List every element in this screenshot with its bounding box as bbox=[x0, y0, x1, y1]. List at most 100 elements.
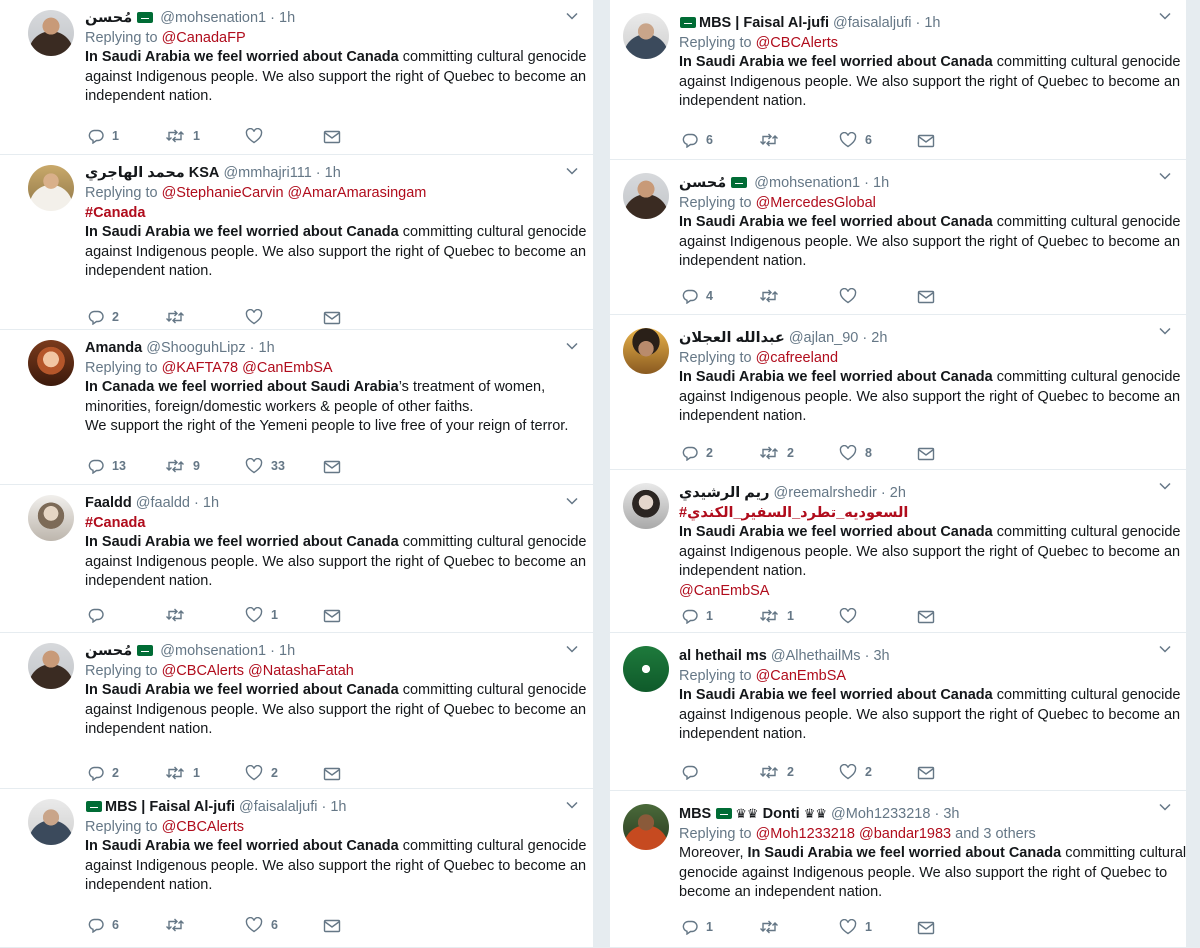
avatar[interactable] bbox=[28, 643, 74, 689]
mention-link[interactable]: @Moh1233218 bbox=[756, 826, 855, 842]
mention-link[interactable]: @CanEmbSA bbox=[679, 583, 769, 599]
like-button[interactable]: 2 bbox=[839, 762, 872, 782]
direct-message-button[interactable] bbox=[917, 917, 935, 937]
avatar[interactable] bbox=[28, 799, 74, 845]
timestamp[interactable]: 1h bbox=[330, 799, 346, 815]
mention-link[interactable]: @CBCAlerts bbox=[162, 663, 244, 679]
tweet[interactable]: Faaldd @faaldd · 1h #Canada In Saudi Arabi… bbox=[0, 485, 593, 633]
timestamp[interactable]: 1h bbox=[203, 495, 219, 511]
reply-button[interactable]: 2 bbox=[682, 443, 713, 463]
hashtag-link[interactable]: #السعوديه_تطرد_السفير_الكندي bbox=[679, 505, 908, 521]
retweet-button[interactable]: 9 bbox=[165, 456, 200, 476]
direct-message-button[interactable] bbox=[917, 443, 935, 463]
tweet[interactable]: MBS | Faisal Al-jufi @faisalaljufi · 1h R… bbox=[0, 789, 593, 948]
reply-button[interactable]: 6 bbox=[682, 130, 713, 150]
user-handle[interactable]: @mohsenation1 bbox=[160, 10, 266, 26]
retweet-button[interactable] bbox=[759, 286, 787, 306]
mention-link[interactable]: @CanadaFP bbox=[162, 30, 246, 46]
chevron-down-icon[interactable] bbox=[565, 165, 579, 175]
like-button[interactable] bbox=[839, 286, 865, 306]
avatar[interactable] bbox=[623, 646, 669, 692]
like-button[interactable]: 2 bbox=[245, 763, 278, 783]
avatar[interactable] bbox=[28, 340, 74, 386]
chevron-down-icon[interactable] bbox=[565, 643, 579, 653]
reply-button[interactable]: 1 bbox=[682, 917, 713, 937]
like-button[interactable] bbox=[245, 126, 271, 146]
reply-button[interactable]: 6 bbox=[88, 915, 119, 935]
avatar[interactable] bbox=[623, 173, 669, 219]
mention-link[interactable]: @MercedesGlobal bbox=[756, 195, 876, 211]
chevron-down-icon[interactable] bbox=[565, 10, 579, 20]
user-handle[interactable]: @faaldd bbox=[136, 495, 190, 511]
display-name[interactable]: محمد الهاجري KSA bbox=[85, 165, 219, 181]
chevron-down-icon[interactable] bbox=[1158, 170, 1172, 180]
like-button[interactable]: 33 bbox=[245, 456, 285, 476]
direct-message-button[interactable] bbox=[917, 130, 935, 150]
user-handle[interactable]: @ajlan_90 bbox=[789, 330, 859, 346]
tweet[interactable]: عبدالله العجلان @ajlan_90 · 2h Replying t… bbox=[610, 315, 1186, 470]
chevron-down-icon[interactable] bbox=[1158, 643, 1172, 653]
tweet[interactable]: MBS ♛♛ Donti ♛♛ @Moh1233218 · 3h Replying… bbox=[610, 791, 1186, 948]
avatar[interactable] bbox=[623, 328, 669, 374]
chevron-down-icon[interactable] bbox=[1158, 325, 1172, 335]
retweet-button[interactable] bbox=[165, 605, 193, 625]
tweet[interactable]: مُحسن @mohsenation1 · 1h Replying to @Mer… bbox=[610, 160, 1186, 315]
display-name[interactable]: MBS | Faisal Al-jufi bbox=[105, 799, 235, 815]
display-name[interactable]: مُحسن bbox=[679, 175, 726, 191]
replying-extra[interactable]: and 3 others bbox=[955, 826, 1036, 842]
display-name[interactable]: MBS | Faisal Al-jufi bbox=[699, 15, 829, 31]
mention-link[interactable]: @cafreeland bbox=[756, 350, 838, 366]
tweet[interactable]: مُحسن @mohsenation1 · 1h Replying to @CBC… bbox=[0, 633, 593, 789]
mention-link[interactable]: @NatashaFatah bbox=[248, 663, 354, 679]
user-handle[interactable]: @mohsenation1 bbox=[754, 175, 860, 191]
avatar[interactable] bbox=[28, 10, 74, 56]
display-name[interactable]: عبدالله العجلان bbox=[679, 330, 785, 346]
chevron-down-icon[interactable] bbox=[1158, 480, 1172, 490]
retweet-button[interactable] bbox=[759, 130, 787, 150]
display-name[interactable]: MBS bbox=[679, 806, 711, 822]
like-button[interactable]: 1 bbox=[245, 605, 278, 625]
mention-link[interactable]: @CanEmbSA bbox=[242, 360, 332, 376]
reply-button[interactable] bbox=[88, 605, 112, 625]
tweet[interactable]: al hethail ms @AlhethailMs · 3h Replying … bbox=[610, 633, 1186, 791]
display-name[interactable]: مُحسن bbox=[85, 643, 132, 659]
reply-button[interactable]: 4 bbox=[682, 286, 713, 306]
mention-link[interactable]: @CBCAlerts bbox=[756, 35, 838, 51]
direct-message-button[interactable] bbox=[323, 307, 341, 327]
user-handle[interactable]: @ShooguhLipz bbox=[146, 340, 245, 356]
tweet[interactable]: ريم الرشيدي @reemalrshedir · 2h #السعوديه… bbox=[610, 470, 1186, 633]
mention-link[interactable]: @CBCAlerts bbox=[162, 819, 244, 835]
reply-button[interactable] bbox=[682, 762, 706, 782]
retweet-button[interactable]: 1 bbox=[165, 763, 200, 783]
avatar[interactable] bbox=[623, 483, 669, 529]
timestamp[interactable]: 1h bbox=[279, 643, 295, 659]
retweet-button[interactable] bbox=[165, 307, 193, 327]
user-handle[interactable]: @mmhajri111 bbox=[223, 165, 311, 181]
display-name[interactable]: al hethail ms bbox=[679, 648, 767, 664]
timestamp[interactable]: 2h bbox=[890, 485, 906, 501]
mention-link[interactable]: @CanEmbSA bbox=[756, 668, 846, 684]
like-button[interactable]: 8 bbox=[839, 443, 872, 463]
chevron-down-icon[interactable] bbox=[565, 799, 579, 809]
chevron-down-icon[interactable] bbox=[1158, 10, 1172, 20]
like-button[interactable]: 6 bbox=[245, 915, 278, 935]
timestamp[interactable]: 1h bbox=[259, 340, 275, 356]
direct-message-button[interactable] bbox=[917, 606, 935, 626]
tweet[interactable]: محمد الهاجري KSA @mmhajri111 · 1h Replyin… bbox=[0, 155, 593, 330]
retweet-button[interactable]: 1 bbox=[759, 606, 794, 626]
avatar[interactable] bbox=[623, 13, 669, 59]
direct-message-button[interactable] bbox=[323, 915, 341, 935]
display-name-2[interactable]: Donti bbox=[763, 806, 800, 822]
like-button[interactable]: 1 bbox=[839, 917, 872, 937]
timestamp[interactable]: 3h bbox=[873, 648, 889, 664]
avatar[interactable] bbox=[28, 495, 74, 541]
like-button[interactable] bbox=[245, 307, 271, 327]
tweet[interactable]: MBS | Faisal Al-jufi @faisalaljufi · 1h R… bbox=[610, 0, 1186, 160]
user-handle[interactable]: @faisalaljufi bbox=[833, 15, 911, 31]
retweet-button[interactable]: 2 bbox=[759, 443, 794, 463]
display-name[interactable]: Amanda bbox=[85, 340, 142, 356]
direct-message-button[interactable] bbox=[323, 456, 341, 476]
avatar[interactable] bbox=[28, 165, 74, 211]
mention-link[interactable]: @KAFTA78 bbox=[162, 360, 239, 376]
like-button[interactable]: 6 bbox=[839, 130, 872, 150]
